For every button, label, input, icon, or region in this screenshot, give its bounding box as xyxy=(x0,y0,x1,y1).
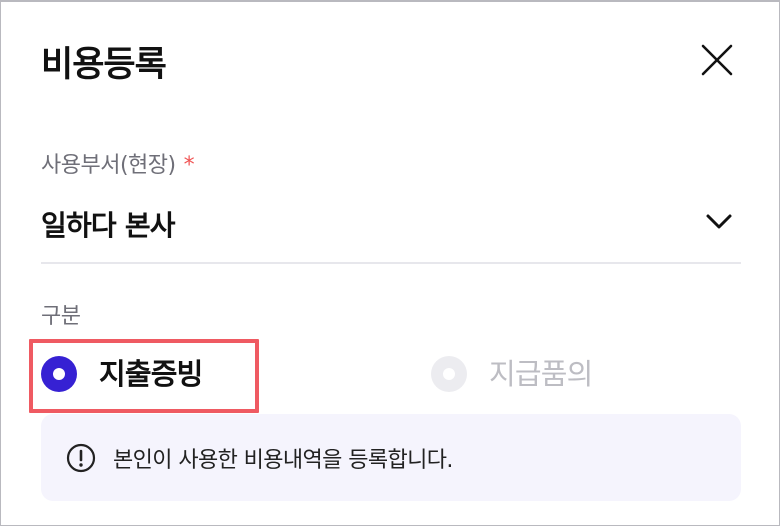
radio-option-label: 지급품의 xyxy=(489,357,593,391)
radio-option-expense-proof[interactable]: 지출증빙 xyxy=(41,356,203,392)
department-label-text: 사용부서(현장) xyxy=(41,153,176,178)
chevron-down-icon xyxy=(703,206,735,238)
department-select[interactable]: 일하다 본사 xyxy=(41,198,741,264)
radio-checked-icon xyxy=(41,356,77,392)
department-select-value: 일하다 본사 xyxy=(41,209,176,242)
radio-disabled-icon xyxy=(431,356,467,392)
close-icon xyxy=(701,44,733,76)
radio-option-label: 지출증빙 xyxy=(99,357,203,391)
cost-registration-dialog: 비용등록 사용부서(현장) * 일하다 본사 구분 지출증빙 지급품의 본인이 … xyxy=(0,0,780,526)
notice-text: 본인이 사용한 비용내역을 등록합니다. xyxy=(113,447,453,473)
info-icon xyxy=(65,442,97,474)
required-mark: * xyxy=(183,153,195,178)
info-notice: 본인이 사용한 비용내역을 등록합니다. xyxy=(41,414,741,501)
dialog-title: 비용등록 xyxy=(41,45,167,85)
radio-option-supply-request[interactable]: 지급품의 xyxy=(431,356,593,392)
category-label: 구분 xyxy=(41,304,81,329)
department-field-label: 사용부서(현장) * xyxy=(41,147,195,179)
close-button[interactable] xyxy=(697,40,737,80)
